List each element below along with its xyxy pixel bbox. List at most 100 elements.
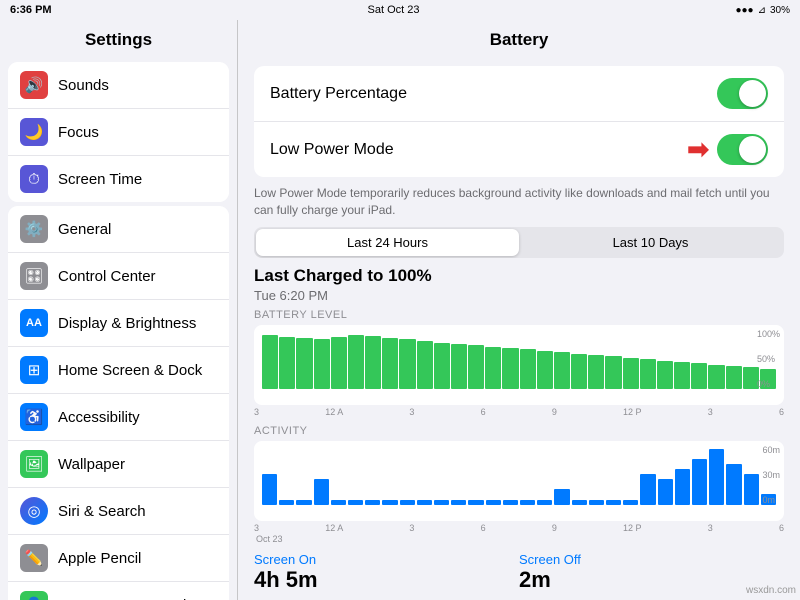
battery-bar <box>640 359 656 388</box>
home-screen-icon: ⊞ <box>20 356 48 384</box>
toggle-knob <box>739 80 766 107</box>
battery-percentage-label: Battery Percentage <box>270 85 407 103</box>
screen-off-value: 2m <box>519 567 784 593</box>
signal-icon: ●●● <box>735 5 753 16</box>
battery-bar <box>502 348 518 388</box>
activity-bar <box>314 479 329 504</box>
activity-bar <box>554 489 569 504</box>
battery-bar <box>331 337 347 389</box>
sidebar-item-focus[interactable]: 🌙 Focus <box>8 109 229 156</box>
activity-bar <box>640 474 655 505</box>
activity-bar <box>658 479 673 504</box>
battery-bar <box>485 347 501 389</box>
battery-percentage-toggle[interactable] <box>717 78 768 109</box>
general-icon: ⚙️ <box>20 215 48 243</box>
activity-bar <box>434 500 449 505</box>
battery-bar <box>623 358 639 389</box>
sounds-icon: 🔊 <box>20 71 48 99</box>
sidebar-item-apple-pencil[interactable]: ✏️ Apple Pencil <box>8 535 229 582</box>
siri-icon: ◎ <box>20 497 48 525</box>
battery-bar <box>279 337 295 389</box>
battery-level-label: BATTERY LEVEL <box>254 309 784 321</box>
battery-bar <box>296 338 312 388</box>
sidebar-title: Settings <box>0 20 237 58</box>
screen-on-value: 4h 5m <box>254 567 519 593</box>
activity-bar <box>623 500 638 505</box>
battery-bar <box>262 335 278 388</box>
activity-bar <box>400 500 415 505</box>
status-date: Sat Oct 23 <box>368 4 420 16</box>
last-charged-text: Last Charged to 100% <box>254 266 784 286</box>
sounds-label: Sounds <box>58 77 109 94</box>
apple-pencil-icon: ✏️ <box>20 544 48 572</box>
activity-bar <box>726 464 741 505</box>
battery-bar <box>365 336 381 389</box>
battery-bar <box>382 338 398 388</box>
activity-bar <box>279 500 294 505</box>
battery-bar <box>708 365 724 389</box>
low-power-label: Low Power Mode <box>270 141 394 159</box>
activity-bar <box>296 500 311 505</box>
battery-bars <box>262 333 776 389</box>
main-layout: Settings 🔊 Sounds 🌙 Focus ⏱ Screen Time … <box>0 20 800 600</box>
battery-chart-section: BATTERY LEVEL 100% 50% 0% 312 A 36 912 P… <box>254 309 784 417</box>
sidebar-item-home-screen[interactable]: ⊞ Home Screen & Dock <box>8 347 229 394</box>
watermark: wsxdn.com <box>746 585 796 596</box>
activity-bar <box>262 474 277 505</box>
battery-chart: 100% 50% 0% <box>254 325 784 405</box>
activity-bar <box>589 500 604 505</box>
activity-bar <box>348 500 363 505</box>
status-time: 6:36 PM <box>10 4 52 16</box>
content-area: Battery Battery Percentage Low Power Mod… <box>238 20 800 600</box>
activity-bar <box>692 459 707 505</box>
sidebar-item-accessibility[interactable]: ♿ Accessibility <box>8 394 229 441</box>
segment-24h[interactable]: Last 24 Hours <box>256 229 519 256</box>
low-power-row: Low Power Mode ➡ <box>254 122 784 177</box>
battery-y-labels: 100% 50% 0% <box>757 329 780 389</box>
battery-percentage-row: Battery Percentage <box>254 66 784 122</box>
apple-pencil-label: Apple Pencil <box>58 550 141 567</box>
battery-bar <box>348 335 364 388</box>
sidebar: Settings 🔊 Sounds 🌙 Focus ⏱ Screen Time … <box>0 20 238 600</box>
battery-bar <box>314 339 330 388</box>
activity-bar <box>537 500 552 505</box>
wifi-icon: ⊿ <box>758 5 766 16</box>
activity-axis: 312 A 36 912 P 36 <box>254 523 784 533</box>
toggle-knob-2 <box>739 136 766 163</box>
activity-bar <box>486 500 501 505</box>
screen-off-label: Screen Off <box>519 552 784 567</box>
sidebar-item-wallpaper[interactable]: 🖼 Wallpaper <box>8 441 229 488</box>
sidebar-section-1: 🔊 Sounds 🌙 Focus ⏱ Screen Time <box>8 62 229 202</box>
low-power-toggle[interactable] <box>717 134 768 165</box>
activity-bar <box>503 500 518 505</box>
battery-bar <box>554 352 570 388</box>
activity-bar <box>572 500 587 505</box>
status-indicators: ●●● ⊿ 30% <box>735 5 790 16</box>
activity-bar <box>382 500 397 505</box>
screen-stats: Screen On 4h 5m Screen Off 2m <box>254 552 784 593</box>
wallpaper-icon: 🖼 <box>20 450 48 478</box>
activity-bar <box>606 500 621 505</box>
control-center-icon: 🎛 <box>20 262 48 290</box>
battery-bar <box>468 345 484 389</box>
activity-chart-section: ACTIVITY 60m 30m 0m 312 A 36 912 P 36 Oc <box>254 425 784 544</box>
sidebar-item-face-id[interactable]: 👤 Face ID & Passcode <box>8 582 229 600</box>
sidebar-item-siri[interactable]: ◎ Siri & Search <box>8 488 229 535</box>
home-screen-label: Home Screen & Dock <box>58 362 202 379</box>
battery-bar <box>417 341 433 389</box>
screen-on-label: Screen On <box>254 552 519 567</box>
sidebar-item-sounds[interactable]: 🔊 Sounds <box>8 62 229 109</box>
face-id-label: Face ID & Passcode <box>58 597 195 600</box>
segment-10d[interactable]: Last 10 Days <box>519 229 782 256</box>
activity-chart: 60m 30m 0m <box>254 441 784 521</box>
sidebar-item-display[interactable]: AA Display & Brightness <box>8 300 229 347</box>
focus-label: Focus <box>58 124 99 141</box>
sidebar-item-control-center[interactable]: 🎛 Control Center <box>8 253 229 300</box>
activity-bar <box>709 449 724 505</box>
sidebar-item-general[interactable]: ⚙️ General <box>8 206 229 253</box>
status-bar: 6:36 PM Sat Oct 23 ●●● ⊿ 30% <box>0 0 800 20</box>
sidebar-item-screen-time[interactable]: ⏱ Screen Time <box>8 156 229 202</box>
general-label: General <box>58 221 111 238</box>
battery-bar <box>657 361 673 389</box>
accessibility-label: Accessibility <box>58 409 140 426</box>
